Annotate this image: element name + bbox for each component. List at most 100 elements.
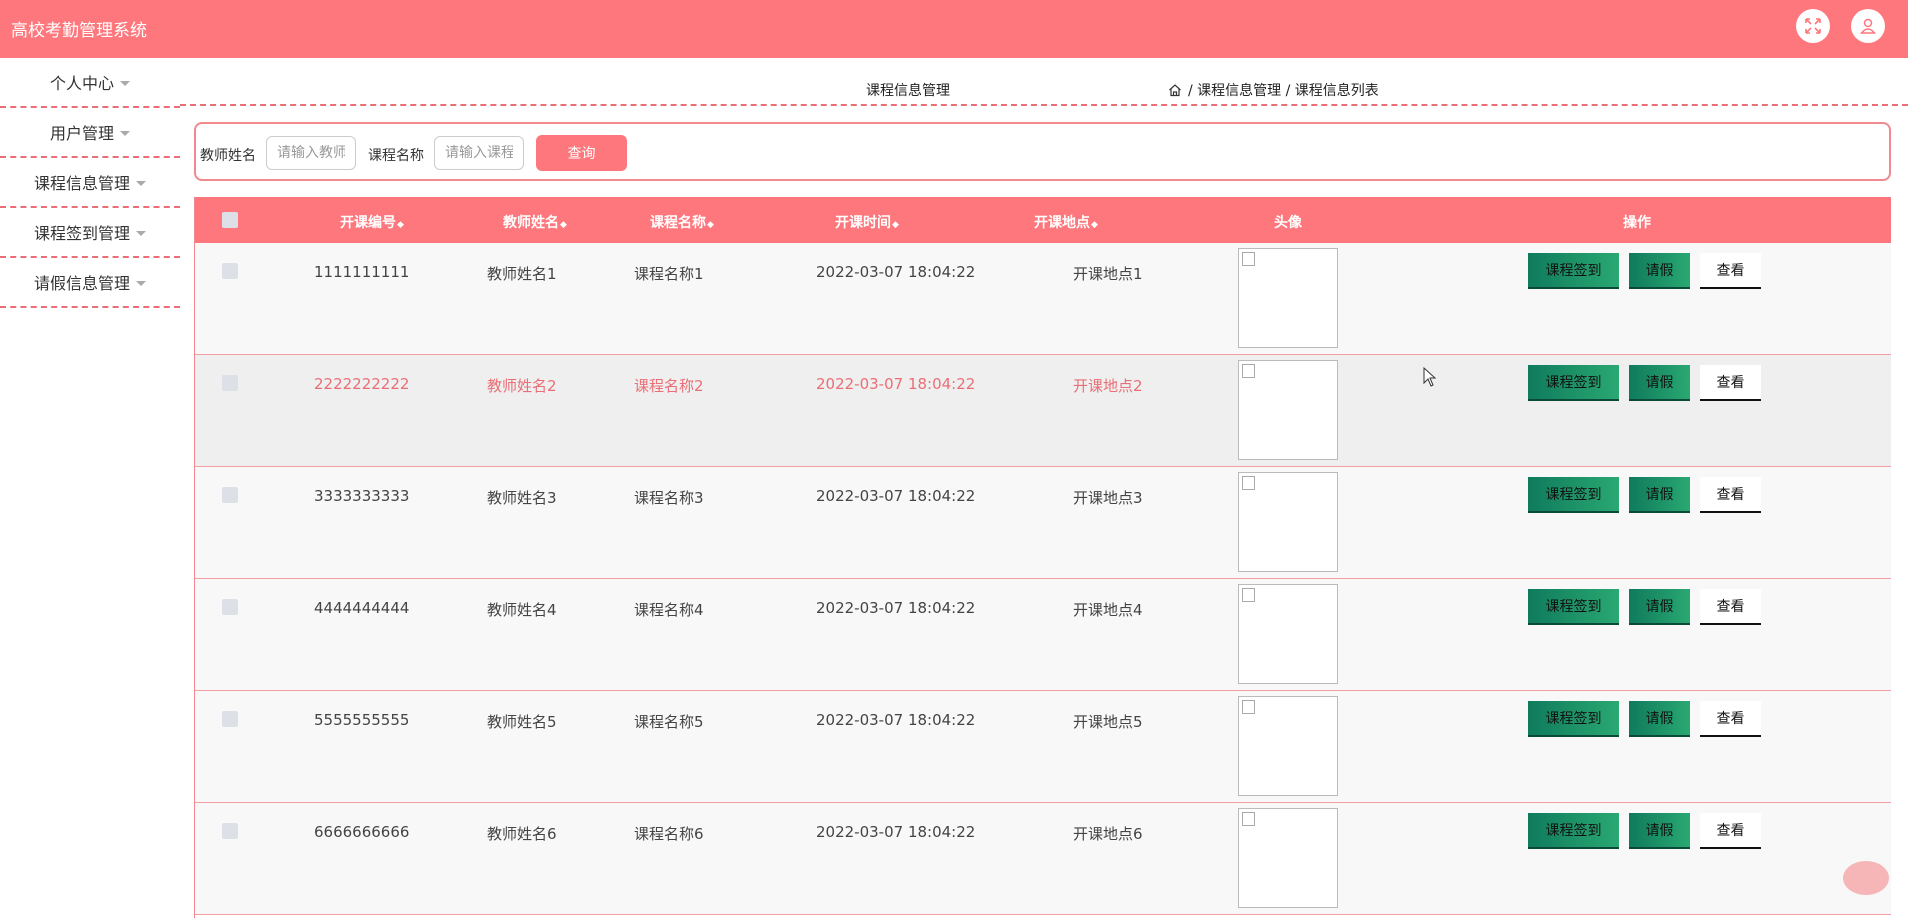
cell-teacher: 教师姓名4 (487, 601, 557, 619)
page-title: 课程信息管理 (866, 83, 950, 99)
col-header-actions: 操作 (1623, 215, 1651, 231)
sidebar-item-label: 课程签到管理 (33, 224, 130, 243)
caret-down-icon (136, 230, 146, 236)
table-row[interactable]: 1111111111 教师姓名1 课程名称1 2022-03-07 18:04:… (195, 243, 1892, 355)
row-checkbox[interactable] (222, 599, 238, 615)
sidebar-item-signin[interactable]: 课程签到管理 (0, 208, 180, 258)
row-checkbox[interactable] (222, 711, 238, 727)
row-checkbox[interactable] (222, 375, 238, 391)
leave-button[interactable]: 请假 (1629, 365, 1690, 401)
row-checkbox[interactable] (222, 487, 238, 503)
row-checkbox[interactable] (222, 823, 238, 839)
broken-image-icon (1242, 588, 1255, 602)
cell-course: 课程名称3 (634, 489, 704, 507)
col-header-teacher[interactable]: 教师姓名◆ (485, 212, 585, 232)
view-button[interactable]: 查看 (1700, 813, 1761, 849)
cell-course: 课程名称6 (634, 825, 704, 843)
broken-image-icon (1242, 252, 1255, 266)
cell-teacher: 教师姓名3 (487, 489, 557, 507)
row-checkbox[interactable] (222, 263, 238, 279)
cell-course: 课程名称1 (634, 265, 704, 283)
fullscreen-button[interactable] (1796, 9, 1830, 43)
cell-code: 1111111111 (314, 263, 410, 281)
caret-down-icon (136, 180, 146, 186)
avatar (1238, 248, 1338, 348)
signin-button[interactable]: 课程签到 (1528, 365, 1619, 401)
top-header: 高校考勤管理系统 (0, 0, 1908, 58)
table-row[interactable]: 3333333333 教师姓名3 课程名称3 2022-03-07 18:04:… (195, 467, 1892, 579)
cell-code: 2222222222 (314, 375, 410, 393)
sidebar-item-profile[interactable]: 个人中心 (0, 58, 180, 108)
app-title: 高校考勤管理系统 (11, 21, 147, 41)
signin-button[interactable]: 课程签到 (1528, 477, 1619, 513)
select-all-checkbox[interactable] (222, 212, 238, 228)
page-scroll-gutter (1891, 106, 1908, 918)
signin-button[interactable]: 课程签到 (1528, 253, 1619, 289)
avatar (1238, 808, 1338, 908)
cell-teacher: 教师姓名6 (487, 825, 557, 843)
cell-place: 开课地点6 (1073, 825, 1143, 843)
cell-course: 课程名称5 (634, 713, 704, 731)
sort-icon: ◆ (707, 220, 714, 230)
caret-down-icon (120, 80, 130, 86)
leave-button[interactable]: 请假 (1629, 589, 1690, 625)
sidebar-item-label: 个人中心 (49, 74, 114, 93)
leave-button[interactable]: 请假 (1629, 813, 1690, 849)
col-header-code[interactable]: 开课编号◆ (322, 212, 422, 232)
leave-button[interactable]: 请假 (1629, 253, 1690, 289)
cell-code: 4444444444 (314, 599, 410, 617)
col-header-time[interactable]: 开课时间◆ (817, 212, 917, 232)
cell-place: 开课地点3 (1073, 489, 1143, 507)
cell-course: 课程名称4 (634, 601, 704, 619)
avatar (1238, 696, 1338, 796)
sort-icon: ◆ (892, 220, 899, 230)
breadcrumb-bar: 课程信息管理 / 课程信息管理 / 课程信息列表 (180, 58, 1908, 106)
fullscreen-icon (1805, 18, 1821, 34)
view-button[interactable]: 查看 (1700, 701, 1761, 737)
user-icon (1859, 18, 1877, 34)
view-button[interactable]: 查看 (1700, 589, 1761, 625)
mouse-cursor-icon (1423, 367, 1437, 387)
col-header-avatar: 头像 (1274, 215, 1302, 231)
cell-place: 开课地点4 (1073, 601, 1143, 619)
view-button[interactable]: 查看 (1700, 365, 1761, 401)
sort-icon: ◆ (560, 220, 567, 230)
sidebar-item-label: 用户管理 (49, 124, 114, 143)
cell-time: 2022-03-07 18:04:22 (816, 375, 976, 393)
table-row[interactable]: 4444444444 教师姓名4 课程名称4 2022-03-07 18:04:… (195, 579, 1892, 691)
sidebar-item-label: 请假信息管理 (33, 274, 130, 293)
table-row[interactable]: 5555555555 教师姓名5 课程名称5 2022-03-07 18:04:… (195, 691, 1892, 803)
view-button[interactable]: 查看 (1700, 477, 1761, 513)
cell-place: 开课地点1 (1073, 265, 1143, 283)
cell-time: 2022-03-07 18:04:22 (816, 711, 976, 729)
cell-place: 开课地点5 (1073, 713, 1143, 731)
broken-image-icon (1242, 364, 1255, 378)
home-icon[interactable] (1168, 83, 1182, 97)
table-row[interactable]: 6666666666 教师姓名6 课程名称6 2022-03-07 18:04:… (195, 803, 1892, 915)
sidebar-item-users[interactable]: 用户管理 (0, 108, 180, 158)
sort-icon: ◆ (1091, 220, 1098, 230)
view-button[interactable]: 查看 (1700, 253, 1761, 289)
col-header-place[interactable]: 开课地点◆ (1016, 212, 1116, 232)
user-button[interactable] (1851, 9, 1885, 43)
breadcrumb-path[interactable]: / 课程信息管理 / 课程信息列表 (1188, 80, 1379, 100)
caret-down-icon (120, 130, 130, 136)
col-header-course[interactable]: 课程名称◆ (632, 212, 732, 232)
signin-button[interactable]: 课程签到 (1528, 701, 1619, 737)
table-row[interactable]: 2222222222 教师姓名2 课程名称2 2022-03-07 18:04:… (195, 355, 1892, 467)
breadcrumb: / 课程信息管理 / 课程信息列表 (1168, 80, 1379, 100)
floating-decoration (1843, 861, 1889, 895)
signin-button[interactable]: 课程签到 (1528, 813, 1619, 849)
sidebar: 个人中心 用户管理 课程信息管理 课程签到管理 请假信息管理 (0, 58, 180, 918)
sidebar-item-leave[interactable]: 请假信息管理 (0, 258, 180, 308)
leave-button[interactable]: 请假 (1629, 701, 1690, 737)
leave-button[interactable]: 请假 (1629, 477, 1690, 513)
cell-code: 3333333333 (314, 487, 410, 505)
course-name-input[interactable] (434, 136, 524, 170)
teacher-name-input[interactable] (266, 136, 356, 170)
cell-teacher: 教师姓名5 (487, 713, 557, 731)
sidebar-item-courses[interactable]: 课程信息管理 (0, 158, 180, 208)
query-button[interactable]: 查询 (536, 135, 627, 171)
broken-image-icon (1242, 476, 1255, 490)
signin-button[interactable]: 课程签到 (1528, 589, 1619, 625)
